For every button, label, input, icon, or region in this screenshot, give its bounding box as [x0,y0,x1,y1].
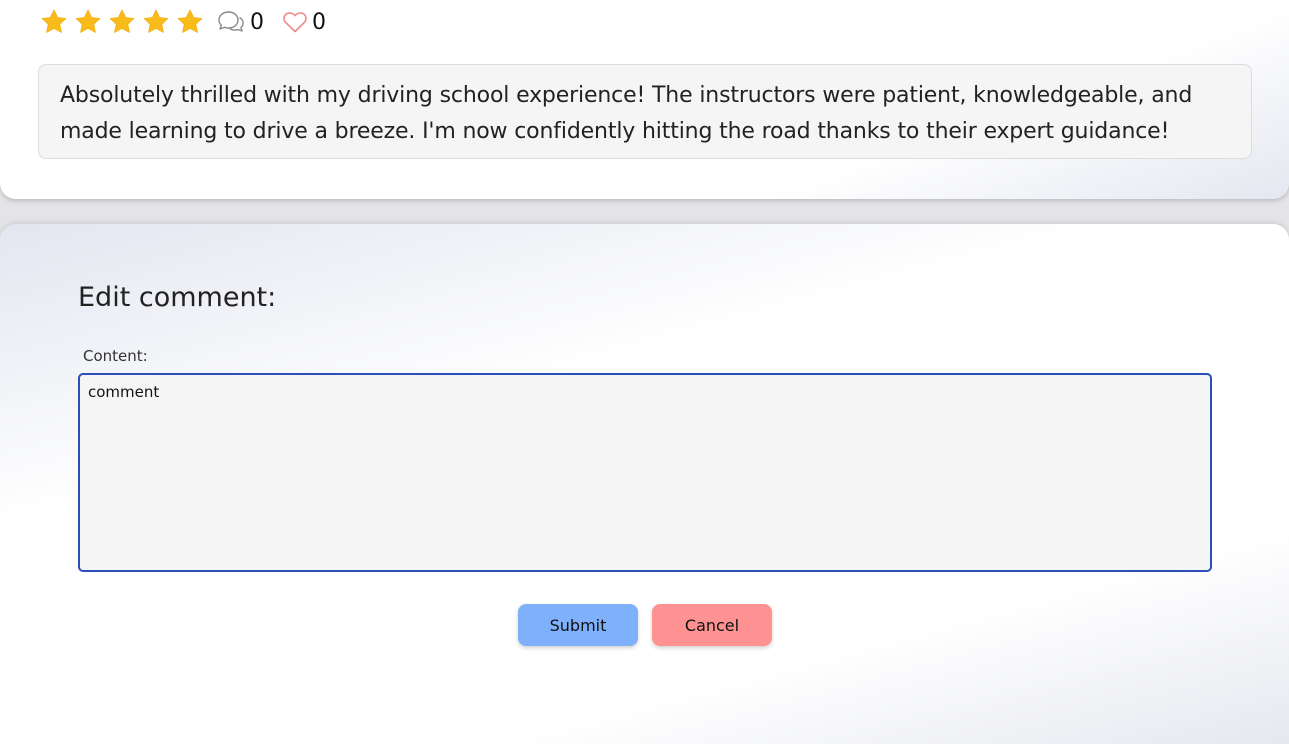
submit-button[interactable]: Submit [518,604,638,646]
star-icon [109,9,135,33]
review-card: 0 0 Absolutely thrilled with my driving … [0,0,1289,199]
star-icon [143,9,169,33]
rating-stars [40,8,210,36]
star-icon [177,9,203,33]
comment-count: 0 [250,9,264,35]
edit-comment-title: Edit comment: [78,282,277,313]
cancel-button[interactable]: Cancel [652,604,772,646]
star-icon [75,9,101,33]
star-icon [41,9,67,33]
review-meta-row: 0 0 [40,2,326,42]
review-text: Absolutely thrilled with my driving scho… [38,64,1252,159]
edit-comment-card: Edit comment: Content: comment Submit Ca… [0,224,1289,744]
content-textarea[interactable]: comment [78,373,1212,572]
heart-icon[interactable] [282,10,308,34]
like-count: 0 [312,9,326,35]
content-label: Content: [83,347,148,365]
comment-icon[interactable] [216,9,246,35]
